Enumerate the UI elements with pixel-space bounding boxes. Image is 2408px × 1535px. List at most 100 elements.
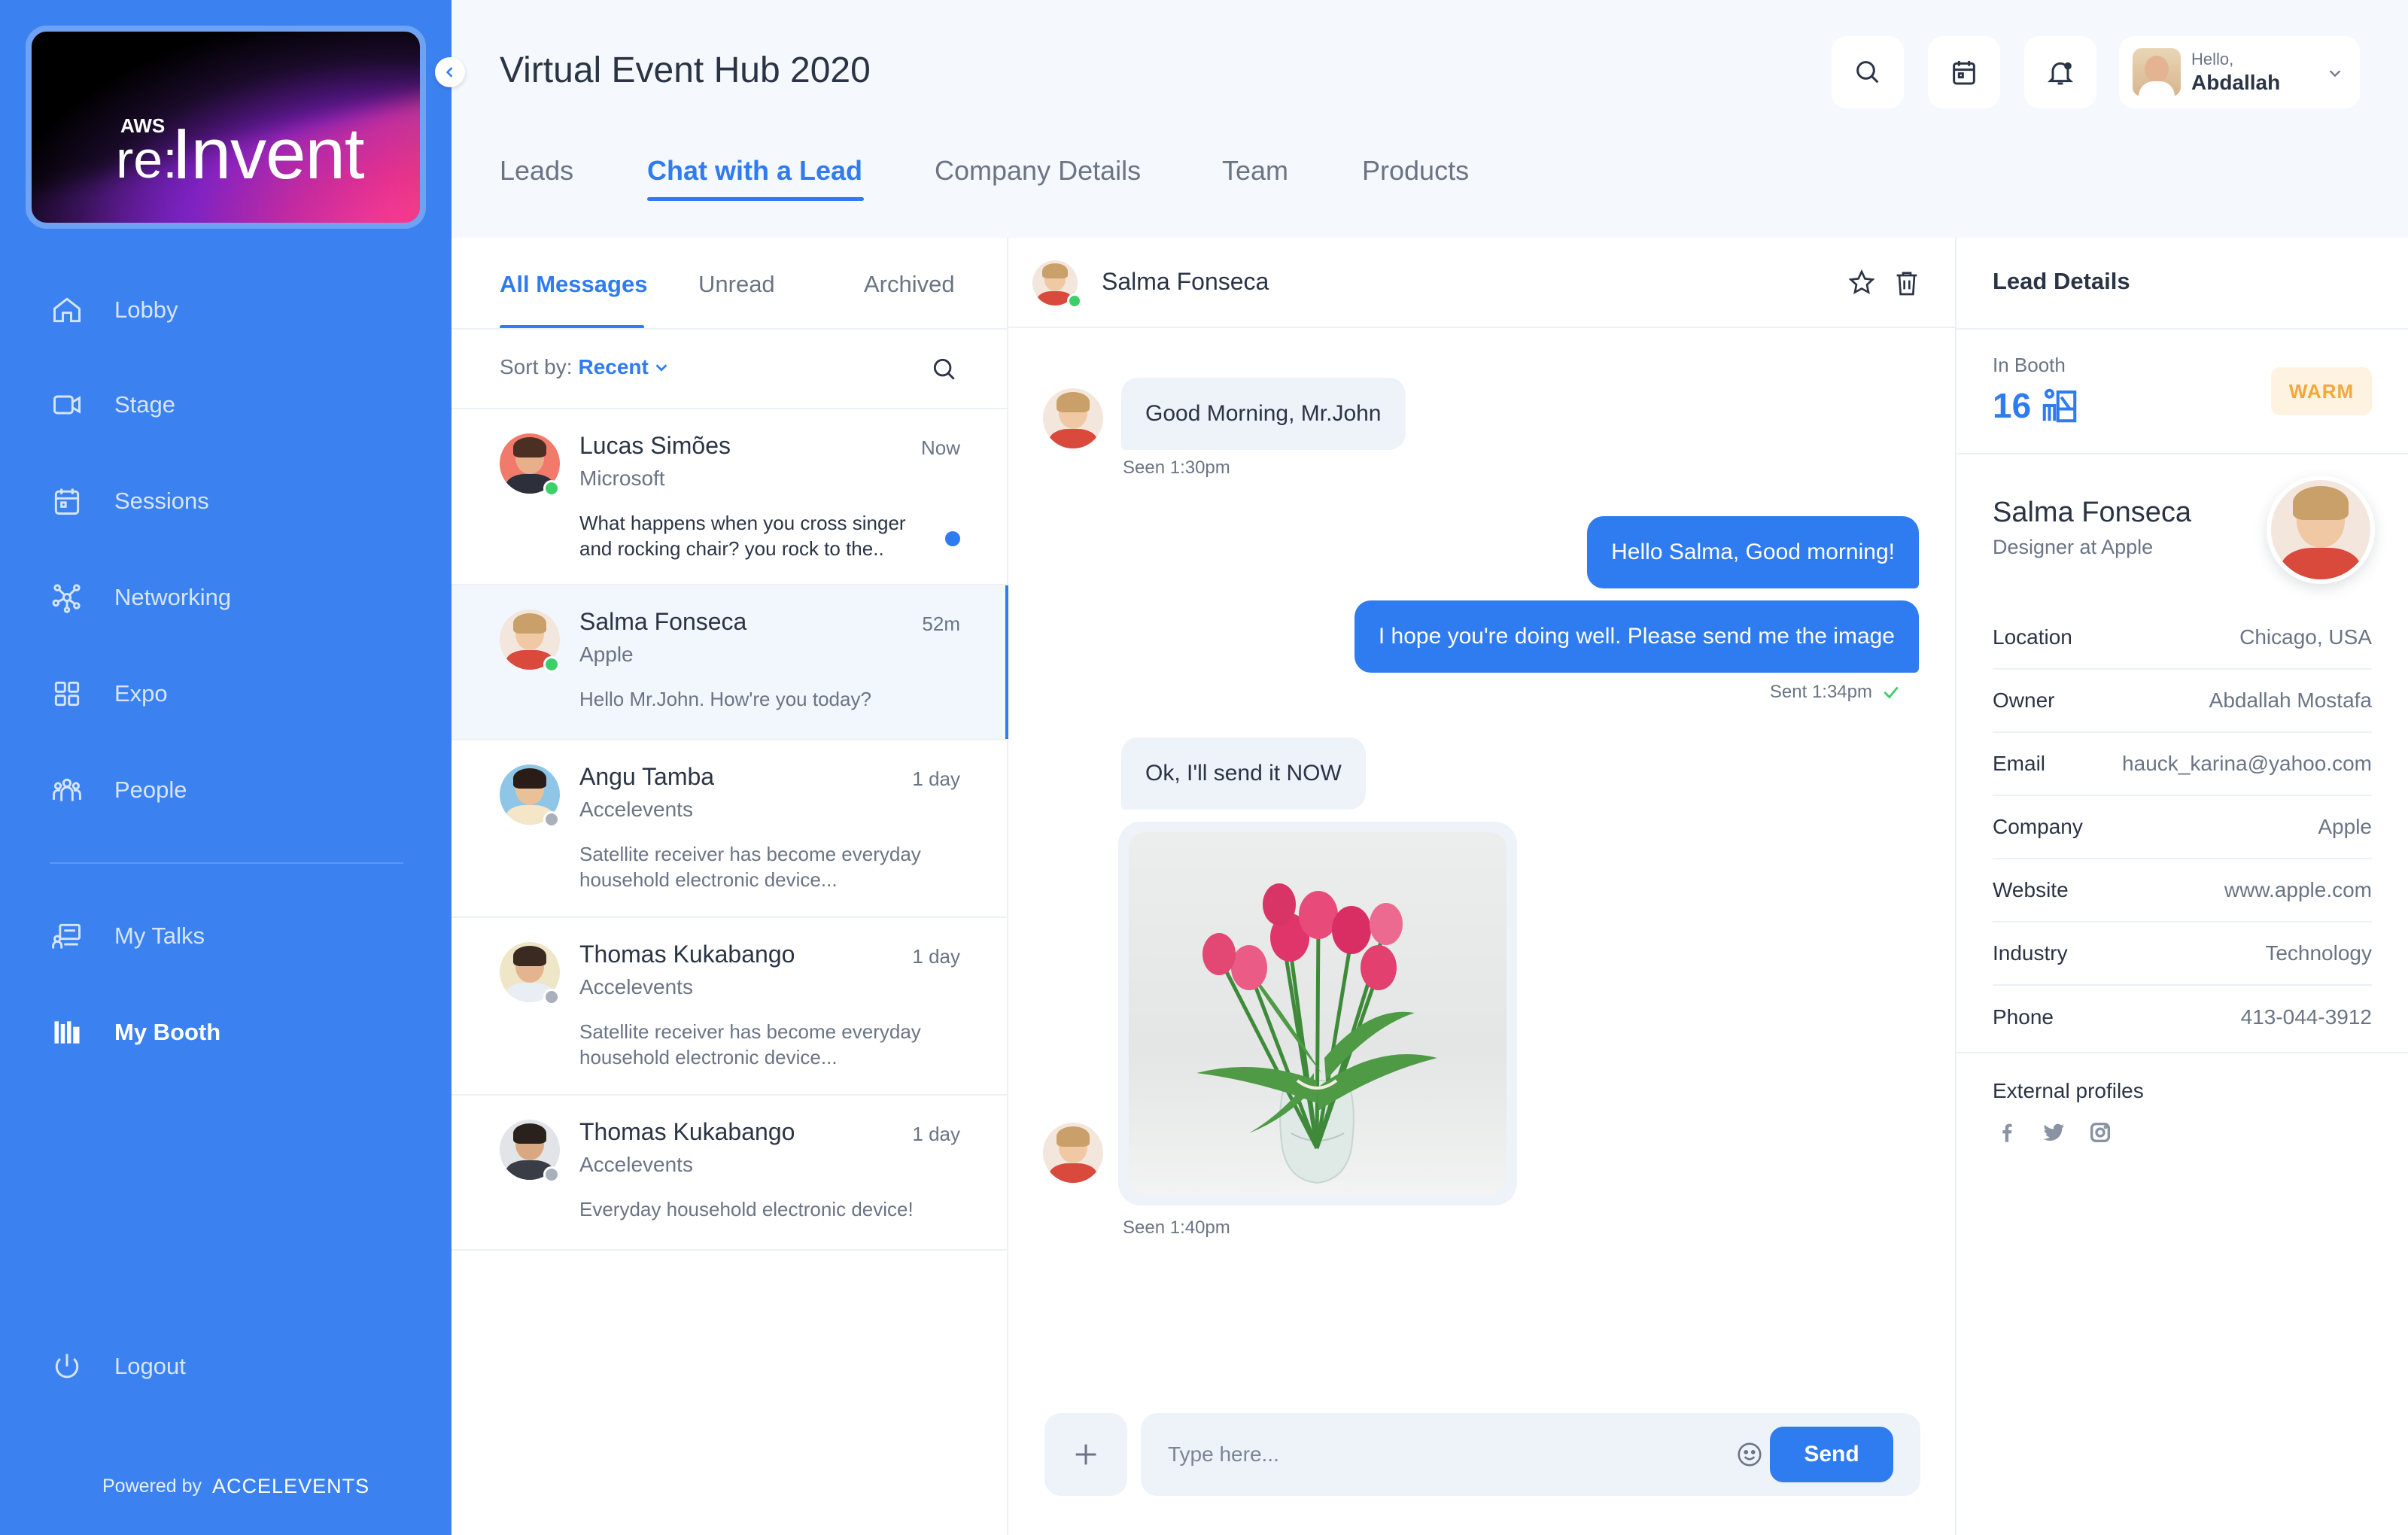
user-name: Abdallah <box>2191 71 2281 94</box>
facebook-icon <box>2002 1123 2012 1142</box>
sort-dropdown[interactable]: Sort by: Recent <box>500 355 670 379</box>
tab-team[interactable]: Team <box>1222 155 1288 187</box>
field-value: Chicago, USA <box>2239 625 2372 649</box>
nav-networking-label: Networking <box>114 584 232 610</box>
event-logo[interactable]: AWS re: Invent <box>26 26 426 229</box>
message-status: Sent 1:34pm <box>1769 682 1872 702</box>
image-message[interactable] <box>1118 822 1517 1205</box>
conversation-time: 1 day <box>912 768 960 790</box>
attach-button[interactable] <box>1044 1413 1127 1496</box>
bell-icon <box>2048 62 2073 85</box>
conversation-name: Angu Tamba <box>579 763 715 790</box>
calendar-button[interactable] <box>1928 36 2000 108</box>
collapse-sidebar-button[interactable] <box>435 57 465 87</box>
field-label: Location <box>1993 625 2072 649</box>
external-profiles-title: External profiles <box>1993 1079 2144 1102</box>
conversation-item[interactable]: Thomas Kukabango Accelevents 1 day Every… <box>451 1096 1007 1251</box>
message-status: Seen 1:30pm <box>1123 457 1230 478</box>
nav-sessions[interactable]: Sessions <box>50 479 209 524</box>
conversation-preview: What happens when you cross singer and r… <box>579 512 906 560</box>
lead-field-location: Location Chicago, USA <box>1993 606 2372 670</box>
conversation-name: Thomas Kukabango <box>579 1118 795 1145</box>
video-icon <box>50 388 84 422</box>
tab-chat-with-a-lead[interactable]: Chat with a Lead <box>647 155 862 187</box>
booth-icon <box>50 1015 84 1050</box>
conversation-name: Salma Fonseca <box>579 608 747 635</box>
lead-field-company: Company Apple <box>1993 796 2372 859</box>
send-button[interactable]: Send <box>1770 1427 1893 1482</box>
active-tab-indicator <box>647 197 864 201</box>
field-value[interactable]: www.apple.com <box>2224 878 2372 902</box>
conversation-time: 1 day <box>912 945 960 968</box>
conversation-list-panel: All Messages Unread Archived Sort by: Re… <box>451 238 1008 1535</box>
conversation-search-button[interactable] <box>930 355 959 384</box>
lead-field-website: Website www.apple.com <box>1993 859 2372 923</box>
notifications-button[interactable] <box>2024 36 2096 108</box>
facebook-link[interactable] <box>1994 1120 2020 1145</box>
lead-details-title: Lead Details <box>1993 268 2130 294</box>
nav-stage[interactable]: Stage <box>50 382 175 427</box>
lead-field-owner: Owner Abdallah Mostafa <box>1993 670 2372 733</box>
conversation-time: 1 day <box>912 1123 960 1145</box>
field-value: Abdallah Mostafa <box>2209 688 2372 712</box>
tab-unread[interactable]: Unread <box>698 271 775 298</box>
conversation-item[interactable]: Lucas Simões Microsoft Now What happens … <box>451 409 1007 585</box>
favorite-button[interactable] <box>1847 268 1877 298</box>
powered-by: Powered by ACCELEVENTS <box>102 1475 369 1498</box>
tab-archived[interactable]: Archived <box>864 271 955 298</box>
nav-sessions-label: Sessions <box>114 488 209 514</box>
nav-networking[interactable]: Networking <box>50 575 231 620</box>
field-label: Email <box>1993 752 2046 775</box>
avatar <box>1043 1123 1103 1183</box>
message-bubble-outgoing: I hope you're doing well. Please send me… <box>1354 600 1919 673</box>
nav-logout[interactable]: Logout <box>50 1344 186 1389</box>
tab-leads[interactable]: Leads <box>500 155 573 187</box>
tab-products[interactable]: Products <box>1362 155 1469 187</box>
divider <box>451 328 1007 330</box>
tab-all-messages[interactable]: All Messages <box>500 271 647 298</box>
user-menu[interactable]: Hello, Abdallah <box>2119 36 2360 108</box>
offline-status-dot <box>543 989 560 1005</box>
divider <box>1956 328 2408 330</box>
nav-lobby-label: Lobby <box>114 296 178 323</box>
message-input[interactable] <box>1168 1436 1710 1473</box>
field-value[interactable]: hauck_karina@yahoo.com <box>2122 752 2372 776</box>
search-button[interactable] <box>1832 36 1904 108</box>
twitter-icon <box>2043 1123 2065 1141</box>
instagram-link[interactable] <box>2087 1120 2113 1145</box>
nav-people[interactable]: People <box>50 768 187 813</box>
tab-company-details[interactable]: Company Details <box>935 155 1141 187</box>
nav-people-label: People <box>114 777 187 803</box>
plus-icon <box>1075 1444 1096 1465</box>
page-title: Virtual Event Hub 2020 <box>500 50 871 90</box>
online-status-dot <box>1067 293 1082 309</box>
conversation-company: Microsoft <box>579 467 665 490</box>
nav-my-booth[interactable]: My Booth <box>50 1010 220 1055</box>
field-value: Technology <box>2265 941 2372 965</box>
avatar <box>1043 388 1103 448</box>
nav-expo[interactable]: Expo <box>50 671 168 716</box>
field-label: Website <box>1993 878 2069 901</box>
field-label: Phone <box>1993 1005 2054 1029</box>
offline-status-dot <box>543 1166 560 1183</box>
conversation-time: 52m <box>922 612 960 635</box>
lead-role: Designer at Apple <box>1993 536 2154 558</box>
online-status-dot <box>543 480 560 497</box>
conversation-name: Lucas Simões <box>579 432 731 459</box>
nav-my-talks[interactable]: My Talks <box>50 913 205 959</box>
delete-conversation-button[interactable] <box>1892 268 1922 298</box>
offline-status-dot <box>543 811 560 828</box>
twitter-link[interactable] <box>2041 1120 2066 1145</box>
lead-details-panel: Lead Details In Booth 16 WARM Salma Fons… <box>1956 238 2408 1535</box>
grid-icon <box>50 676 84 711</box>
sidebar: AWS re: Invent Lobby Stage Sessions Netw… <box>0 0 451 1535</box>
lead-field-phone: Phone 413-044-3912 <box>1993 986 2372 1049</box>
conversation-item[interactable]: Salma Fonseca Apple 52m Hello Mr.John. H… <box>451 585 1008 740</box>
logo-invent-text: Invent <box>172 114 365 194</box>
emoji-button[interactable] <box>1735 1440 1764 1469</box>
conversation-item[interactable]: Thomas Kukabango Accelevents 1 day Satel… <box>451 918 1007 1096</box>
nav-lobby[interactable]: Lobby <box>50 287 178 333</box>
nav-logout-label: Logout <box>114 1353 186 1379</box>
search-icon <box>933 358 955 380</box>
conversation-item[interactable]: Angu Tamba Accelevents 1 day Satellite r… <box>451 740 1007 918</box>
